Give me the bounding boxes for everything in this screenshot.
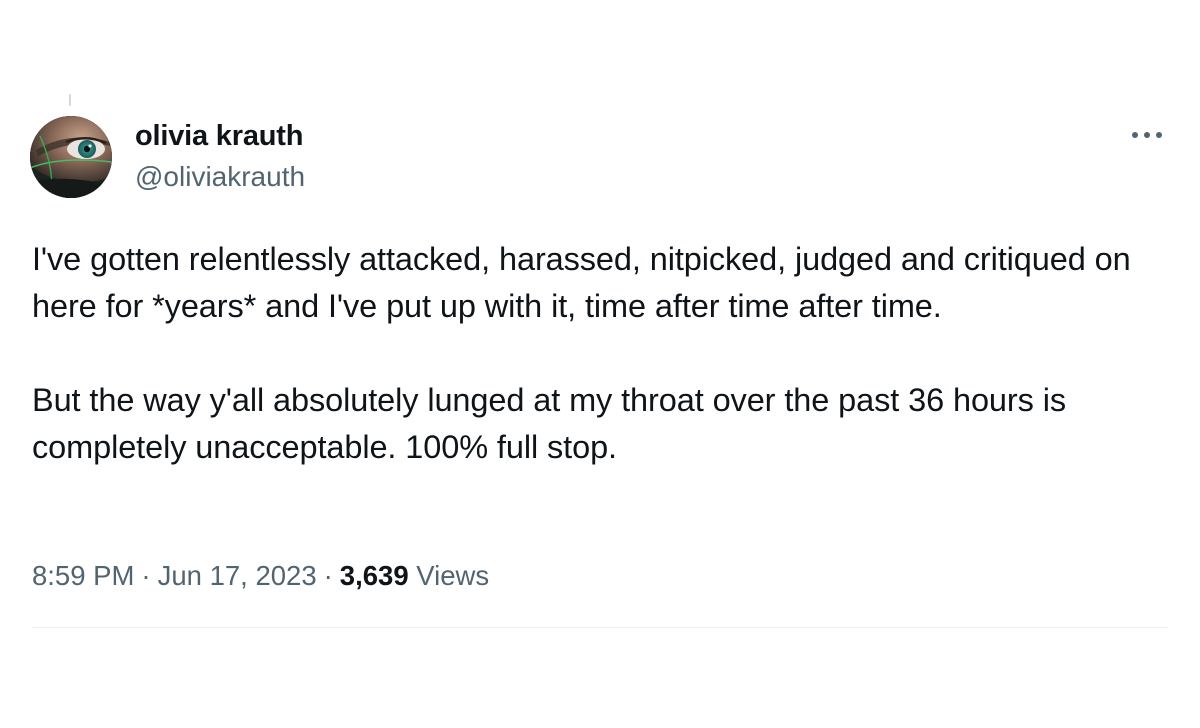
tweet: olivia krauth @oliviakrauth I've gotten … — [0, 0, 1200, 728]
avatar[interactable] — [30, 116, 112, 198]
tweet-date[interactable]: Jun 17, 2023 — [158, 560, 317, 591]
more-options-button[interactable] — [1127, 120, 1167, 150]
tweet-time[interactable]: 8:59 PM — [32, 560, 134, 591]
views-count[interactable]: 3,639 — [340, 560, 409, 591]
author-display-name[interactable]: olivia krauth — [135, 118, 305, 154]
meta-separator: · — [323, 560, 333, 591]
tweet-text: I've gotten relentlessly attacked, haras… — [32, 236, 1172, 471]
meta-separator: · — [141, 560, 151, 591]
tweet-meta: 8:59 PM · Jun 17, 2023 · 3,639 Views — [32, 556, 489, 596]
tweet-paragraph: I've gotten relentlessly attacked, haras… — [32, 241, 1131, 324]
more-horizontal-icon — [1132, 132, 1162, 138]
views-label[interactable]: Views — [416, 560, 489, 591]
author-identity: olivia krauth @oliviakrauth — [135, 118, 305, 194]
avatar-image-icon — [30, 116, 112, 198]
author-handle[interactable]: @oliviakrauth — [135, 160, 305, 194]
thread-connector-line — [69, 94, 71, 106]
tweet-paragraph: But the way y'all absolutely lunged at m… — [32, 382, 1066, 465]
divider — [32, 627, 1168, 628]
